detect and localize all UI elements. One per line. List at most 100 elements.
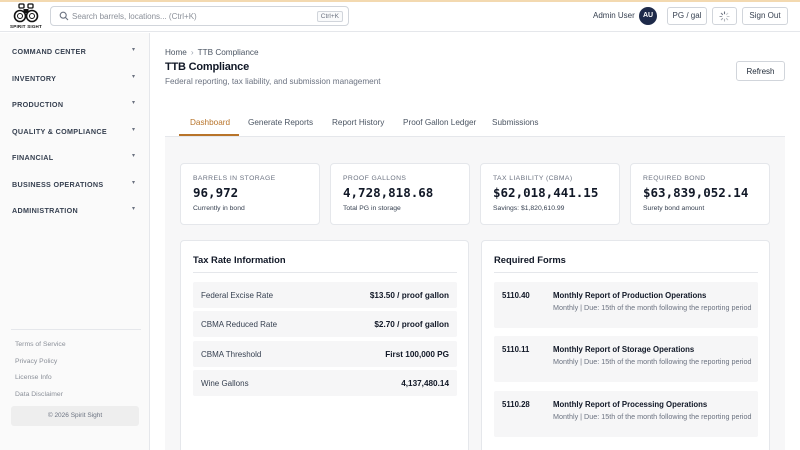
privacy-link[interactable]: Privacy Policy (15, 358, 57, 365)
rate-label: CBMA Threshold (201, 350, 262, 359)
tax-rate-row: CBMA Threshold First 100,000 PG (193, 341, 457, 367)
form-code: 5110.11 (502, 345, 530, 354)
tax-rate-panel: Tax Rate Information Federal Excise Rate… (180, 240, 469, 450)
rate-value: $13.50 / proof gallon (369, 291, 449, 300)
breadcrumb-separator: › (190, 48, 194, 57)
chevron-down-icon: ▾ (132, 127, 136, 133)
top-bar: SPIRIT SIGHT Ctrl+K Admin User AU PG / g… (0, 0, 800, 32)
stat-card-proof-gallons: Proof Gallons 4,728,818.68 Total PG in s… (330, 163, 470, 225)
form-description: Monthly | Due: 15th of the month followi… (553, 412, 752, 421)
page-subtitle: Federal reporting, tax liability, and su… (165, 77, 381, 86)
spinner-icon (719, 11, 730, 22)
loading-spinner-button[interactable] (712, 7, 737, 25)
tab-submissions[interactable]: Submissions (492, 118, 538, 127)
sidebar-item-label: ADMINISTRATION (12, 206, 78, 215)
chevron-down-icon: ▾ (132, 206, 136, 212)
sidebar-item-label: PRODUCTION (12, 100, 64, 109)
binoculars-icon (13, 3, 39, 23)
form-title: Monthly Report of Production Operations (553, 291, 707, 300)
sidebar-item-label: BUSINESS OPERATIONS (12, 180, 104, 189)
sidebar: COMMAND CENTER ▾ INVENTORY ▾ PRODUCTION … (0, 33, 150, 450)
tax-rate-row: Federal Excise Rate $13.50 / proof gallo… (193, 282, 457, 308)
top-accent-strip (0, 0, 800, 2)
breadcrumb-current: TTB Compliance (197, 48, 259, 57)
stat-value: 96,972 (193, 185, 239, 200)
sidebar-item-financial[interactable]: FINANCIAL ▾ (0, 147, 150, 167)
form-title: Monthly Report of Processing Operations (553, 400, 708, 409)
stat-value: $63,839,052.14 (643, 185, 749, 200)
brand-name: SPIRIT SIGHT (10, 24, 42, 29)
chevron-down-icon: ▾ (132, 47, 136, 53)
sidebar-item-label: INVENTORY (12, 74, 57, 83)
form-row[interactable]: 5110.28 Monthly Report of Processing Ope… (494, 391, 758, 437)
terms-link[interactable]: Terms of Service (15, 341, 66, 348)
search-icon (59, 11, 69, 21)
stat-value: $62,018,441.15 (493, 185, 599, 200)
rate-label: CBMA Reduced Rate (201, 320, 278, 329)
breadcrumb-home-link[interactable]: Home (165, 48, 187, 57)
form-description: Monthly | Due: 15th of the month followi… (553, 303, 752, 312)
search-input[interactable] (72, 9, 302, 24)
data-disclaimer-link[interactable]: Data Disclaimer (15, 391, 63, 398)
sidebar-item-label: FINANCIAL (12, 153, 54, 162)
tab-proof-gallon-ledger[interactable]: Proof Gallon Ledger (403, 118, 476, 127)
rate-value: First 100,000 PG (385, 350, 449, 359)
sidebar-item-label: COMMAND CENTER (12, 47, 87, 56)
panel-divider (193, 272, 457, 273)
stat-card-barrels: Barrels in Storage 96,972 Currently in b… (180, 163, 320, 225)
sign-out-button[interactable]: Sign Out (742, 7, 788, 25)
stat-subtext: Savings: $1,820,610.99 (493, 205, 565, 212)
rate-value: 4,137,480.14 (401, 379, 449, 388)
form-code: 5110.40 (502, 291, 530, 300)
panel-title: Required Forms (494, 254, 566, 265)
rate-label: Wine Gallons (201, 379, 249, 388)
page-title: TTB Compliance (165, 61, 249, 73)
panel-divider (494, 272, 758, 273)
search-box[interactable]: Ctrl+K (50, 6, 349, 26)
brand-logo[interactable]: SPIRIT SIGHT (10, 3, 42, 31)
panel-title: Tax Rate Information (193, 254, 286, 265)
stat-card-tax-liability: Tax Liability (CBMA) $62,018,441.15 Savi… (480, 163, 620, 225)
stat-subtext: Currently in bond (193, 205, 245, 212)
sidebar-item-administration[interactable]: ADMINISTRATION ▾ (0, 200, 150, 220)
breadcrumb: Home › TTB Compliance (165, 48, 259, 57)
active-tab-indicator (179, 134, 239, 136)
copyright-notice: © 2026 Spirit Sight (11, 406, 139, 426)
chevron-down-icon: ▾ (132, 100, 136, 106)
stat-subtext: Total PG in storage (343, 205, 401, 212)
sidebar-item-business-operations[interactable]: BUSINESS OPERATIONS ▾ (0, 174, 150, 194)
tab-generate-reports[interactable]: Generate Reports (248, 118, 313, 127)
chevron-down-icon: ▾ (132, 74, 136, 80)
form-row[interactable]: 5110.11 Monthly Report of Storage Operat… (494, 336, 758, 382)
stat-value: 4,728,818.68 (343, 185, 434, 200)
sidebar-item-label: QUALITY & COMPLIANCE (12, 127, 107, 136)
sidebar-item-command-center[interactable]: COMMAND CENTER ▾ (0, 41, 150, 61)
stat-card-required-bond: Required Bond $63,839,052.14 Surety bond… (630, 163, 770, 225)
stat-label: Proof Gallons (343, 175, 407, 182)
rate-value: $2.70 / proof gallon (374, 320, 449, 329)
stat-label: Tax Liability (CBMA) (493, 175, 573, 182)
tab-dashboard[interactable]: Dashboard (190, 118, 230, 127)
chevron-down-icon: ▾ (132, 180, 136, 186)
rate-label: Federal Excise Rate (201, 291, 274, 300)
license-link[interactable]: License Info (15, 374, 52, 381)
sidebar-item-inventory[interactable]: INVENTORY ▾ (0, 68, 150, 88)
unit-toggle-button[interactable]: PG / gal (667, 7, 707, 25)
avatar[interactable]: AU (639, 7, 657, 25)
stat-label: Barrels in Storage (193, 175, 276, 182)
tax-rate-row: Wine Gallons 4,137,480.14 (193, 370, 457, 396)
sidebar-item-quality-compliance[interactable]: QUALITY & COMPLIANCE ▾ (0, 121, 150, 141)
form-code: 5110.28 (502, 400, 530, 409)
stat-label: Required Bond (643, 175, 706, 182)
form-row[interactable]: 5110.40 Monthly Report of Production Ope… (494, 282, 758, 328)
sidebar-item-production[interactable]: PRODUCTION ▾ (0, 94, 150, 114)
tab-bar: Dashboard Generate Reports Report Histor… (165, 104, 785, 137)
stat-subtext: Surety bond amount (643, 205, 705, 212)
form-description: Monthly | Due: 15th of the month followi… (553, 357, 752, 366)
refresh-button[interactable]: Refresh (736, 61, 785, 81)
sidebar-divider (11, 329, 141, 330)
user-name: Admin User (593, 11, 635, 20)
form-title: Monthly Report of Storage Operations (553, 345, 695, 354)
tab-report-history[interactable]: Report History (332, 118, 384, 127)
tax-rate-row: CBMA Reduced Rate $2.70 / proof gallon (193, 311, 457, 337)
